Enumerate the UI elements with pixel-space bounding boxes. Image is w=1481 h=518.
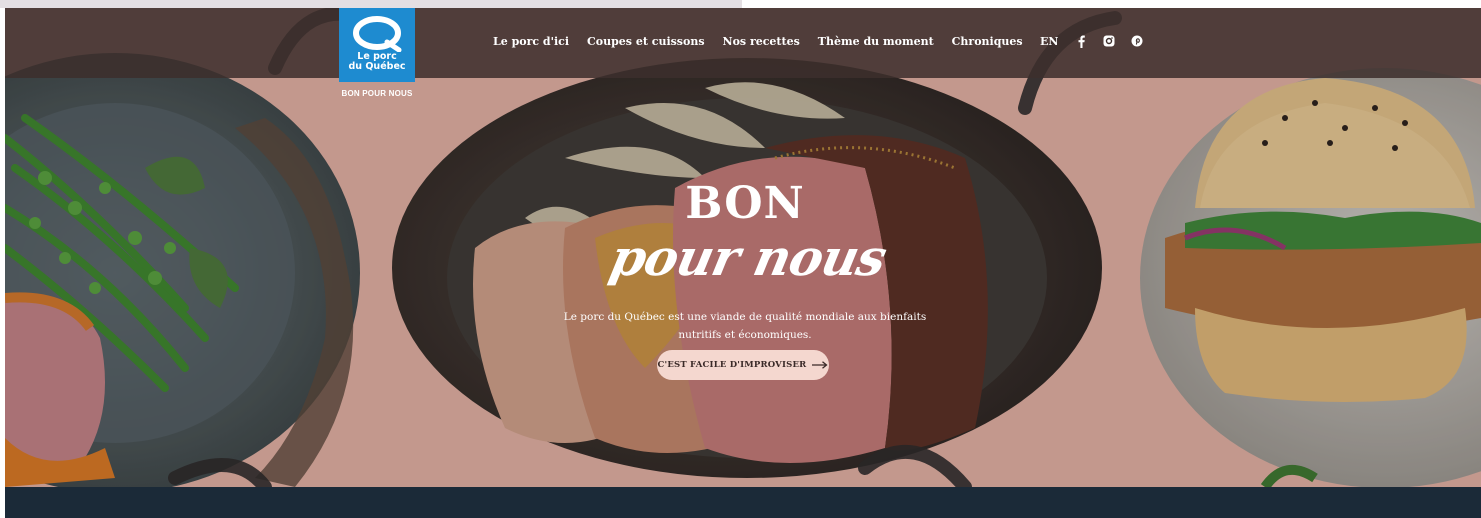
nav-item-theme-du-moment[interactable]: Thème du moment [818, 35, 934, 48]
main-nav: Le porc d'ici Coupes et cuissons Nos rec… [493, 35, 1041, 48]
nav-item-nos-recettes[interactable]: Nos recettes [723, 35, 800, 48]
pinterest-icon[interactable] [1130, 34, 1144, 48]
facebook-icon[interactable] [1074, 34, 1088, 48]
logo-line2: du Québec [348, 61, 406, 72]
nav-utilities: EN [1040, 34, 1158, 48]
instagram-glyph [1103, 35, 1115, 47]
nav-item-coupes-et-cuissons[interactable]: Coupes et cuissons [587, 35, 705, 48]
navbar: Le porc du Québec Le porc d'ici Coupes e… [5, 8, 1481, 82]
browser-strip-right [742, 0, 1481, 8]
cta-button[interactable]: C'EST FACILE D'IMPROVISER [657, 350, 829, 380]
nav-item-chroniques[interactable]: Chroniques [952, 35, 1023, 48]
cta-label: C'EST FACILE D'IMPROVISER [657, 360, 807, 370]
logo-tagline: BON POUR NOUS [341, 89, 413, 98]
browser-strip [0, 0, 742, 8]
hero-section: Le porc du Québec Le porc d'ici Coupes e… [5, 8, 1481, 487]
q-logo-icon [353, 16, 402, 52]
facebook-glyph [1078, 35, 1086, 48]
page: Le porc du Québec Le porc d'ici Coupes e… [0, 0, 1481, 518]
logo-text: Le porc du Québec [339, 52, 415, 72]
pinterest-glyph [1131, 35, 1143, 47]
hero-title: BON [685, 178, 805, 229]
site-logo[interactable]: Le porc du Québec [339, 8, 415, 82]
nav-item-le-porc-dici[interactable]: Le porc d'ici [493, 35, 569, 48]
language-switch[interactable]: EN [1040, 35, 1058, 48]
hero-description: Le porc du Québec est une viande de qual… [563, 311, 927, 341]
instagram-icon[interactable] [1102, 34, 1116, 48]
footer-band [5, 487, 1481, 518]
arrow-right-icon [812, 361, 828, 369]
hero-script-title: pour nous [605, 228, 892, 287]
